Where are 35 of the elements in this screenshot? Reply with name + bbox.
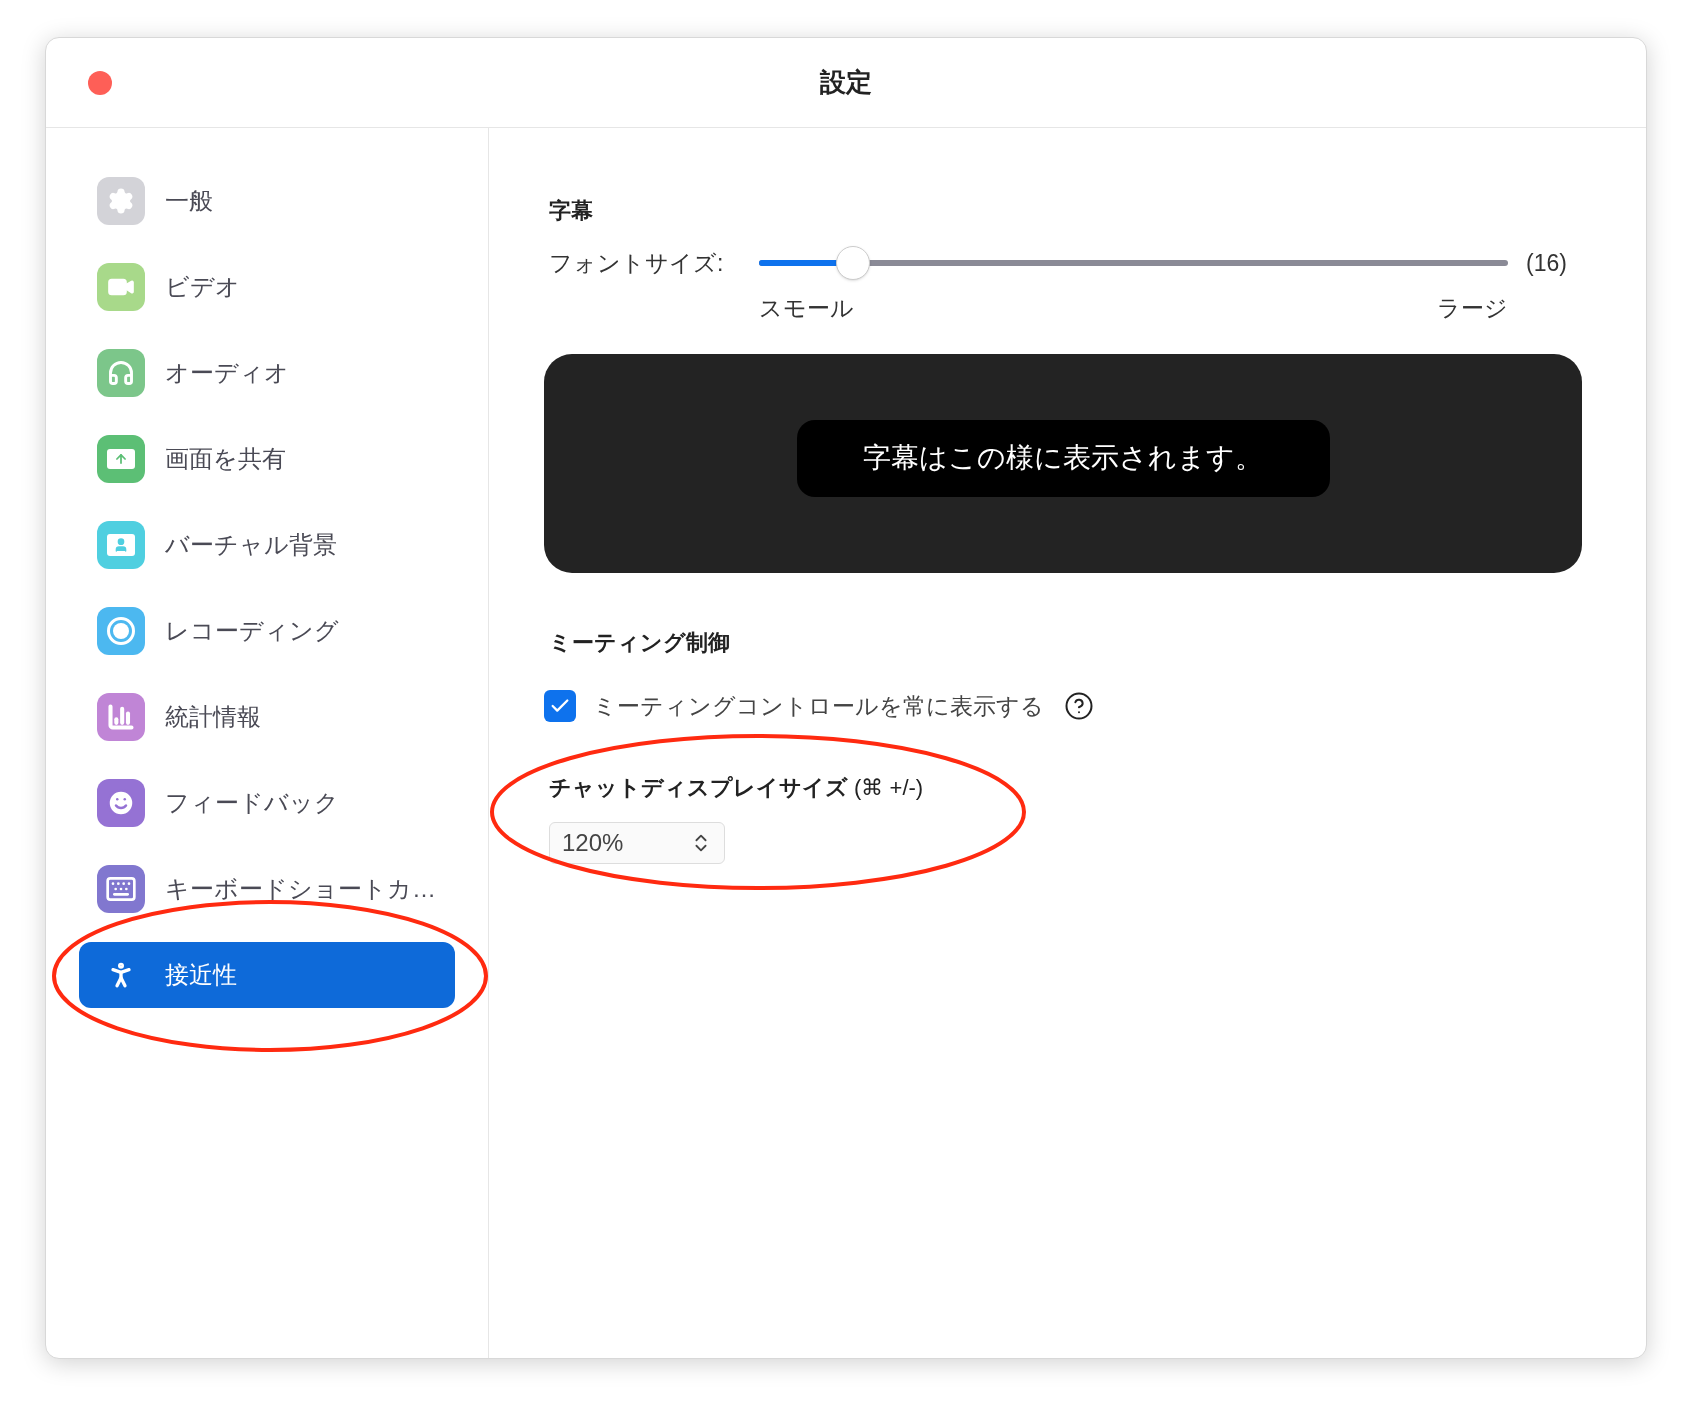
- sidebar-item[interactable]: オーディオ: [79, 340, 455, 406]
- font-size-slider[interactable]: [759, 245, 1508, 281]
- close-button[interactable]: [88, 70, 112, 95]
- share-screen-icon: [97, 435, 145, 483]
- person-frame-icon: [97, 521, 145, 569]
- sidebar-item[interactable]: 接近性: [79, 942, 455, 1008]
- keyboard-icon: [97, 865, 145, 913]
- checkbox[interactable]: [544, 689, 576, 722]
- bar-chart-icon: [97, 693, 145, 741]
- sidebar-item[interactable]: 統計情報: [79, 684, 455, 750]
- slider-min-label: スモール: [759, 294, 854, 323]
- size-stepper-field[interactable]: 120%: [549, 822, 725, 864]
- slider-max-label: ラージ: [1437, 294, 1508, 323]
- gear-icon: [97, 177, 145, 225]
- sidebar-item[interactable]: キーボードショートカ…: [79, 856, 455, 922]
- caption-preview-text: 字幕はこの様に表示されます。: [796, 419, 1330, 497]
- section-heading: 字幕: [549, 197, 593, 225]
- section-heading: チャットディスプレイサイズ (⌘ +/-): [549, 774, 924, 802]
- window-title: 設定: [820, 66, 872, 99]
- sidebar-item[interactable]: 一般: [79, 168, 455, 234]
- slider-reading: (16): [1526, 248, 1568, 278]
- help-icon[interactable]: [1064, 690, 1094, 721]
- record-icon: [97, 607, 145, 655]
- slider-thumb[interactable]: [836, 246, 871, 280]
- sidebar-item[interactable]: バーチャル背景: [79, 512, 455, 578]
- headphones-icon: [97, 349, 145, 397]
- checkbox-label: ミーティングコントロールを常に表示する: [593, 691, 1044, 721]
- section-heading: ミーティング制御: [549, 628, 730, 657]
- sidebar-item[interactable]: 画面を共有: [79, 426, 455, 492]
- sidebar-item[interactable]: フィードバック: [79, 770, 455, 836]
- sidebar-item[interactable]: ビデオ: [79, 254, 455, 320]
- video-camera-icon: [97, 263, 145, 311]
- smiley-icon: [97, 779, 145, 827]
- font-size-label: フォントサイズ:: [549, 248, 725, 278]
- sidebar-item[interactable]: レコーディング: [79, 598, 455, 664]
